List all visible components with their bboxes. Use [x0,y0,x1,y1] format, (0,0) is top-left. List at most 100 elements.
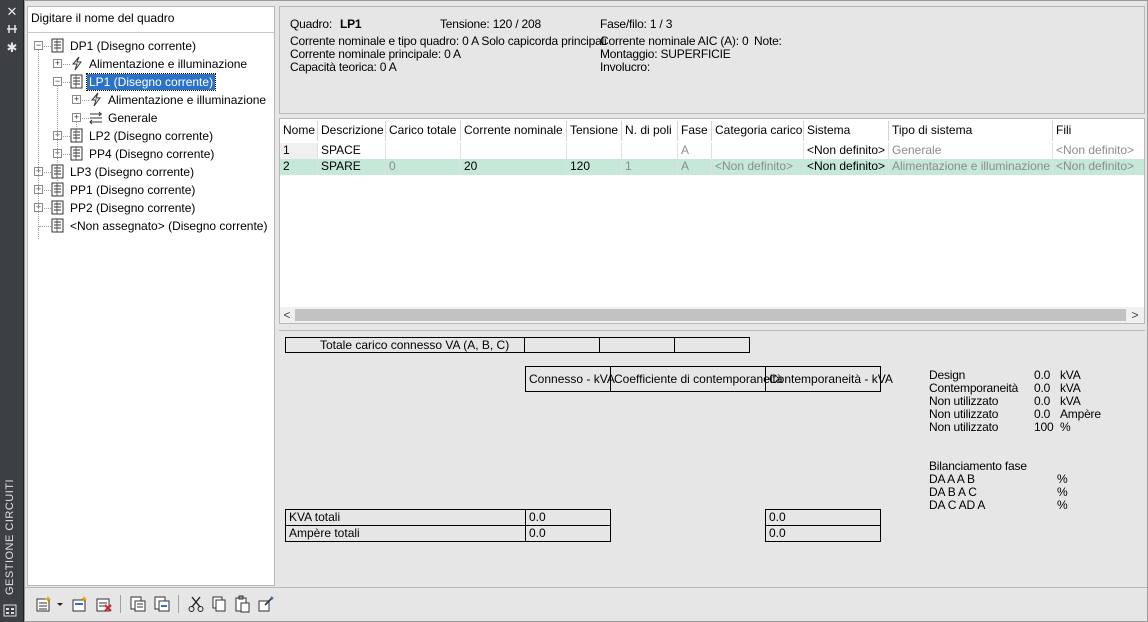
stat-unit: % [1060,420,1071,434]
scroll-thumb[interactable] [295,309,1126,321]
expand-icon[interactable]: + [53,59,62,68]
connected-load-label: Totale carico connesso VA (A, B, C) [285,337,525,353]
table-cell[interactable]: <Non definito> [804,159,889,175]
tree-node-label: Alimentazione e illuminazione [108,93,267,107]
paste-icon[interactable] [233,595,251,613]
tree-node[interactable]: − LP1 (Disegno corrente) [28,73,274,91]
table-cell[interactable]: A [678,159,712,175]
tree-node[interactable]: <Non assegnato> (Disegno corrente) [28,217,274,235]
panel-icon [70,146,84,161]
col-contemp: Contemporaneità - kVA [765,366,893,392]
horizontal-scrollbar[interactable]: < > [280,307,1144,323]
table-cell[interactable]: <Non definito> [1053,143,1144,159]
column-header[interactable]: Categoria carico [712,121,804,141]
tree-node[interactable]: + PP2 (Disegno corrente) [28,199,274,217]
table-cell[interactable]: 2 [280,159,318,175]
lightning-icon [70,56,84,71]
table-cell[interactable] [386,143,461,159]
table-cell[interactable] [622,143,678,159]
tree-node[interactable]: + PP4 (Disegno corrente) [28,145,274,163]
table-cell[interactable]: A [678,143,712,159]
kva-total-label: KVA totali [285,509,526,526]
copy-icon[interactable] [210,595,228,613]
autohide-icon[interactable] [4,23,20,37]
schedule-update-icon[interactable] [153,595,171,613]
expand-icon[interactable]: + [72,95,81,104]
balance-unit: % [1057,498,1068,512]
table-cell[interactable]: SPACE [318,143,386,159]
tree-node-label: PP2 (Disegno corrente) [70,201,196,215]
table-cell[interactable]: <Non definito> [1053,159,1144,175]
gear-icon[interactable]: ✱ [4,41,20,55]
add-circuit-icon[interactable] [71,595,89,613]
table-cell[interactable]: 0 [386,159,461,175]
panel-icon [51,218,65,233]
tree-node[interactable]: + LP2 (Disegno corrente) [28,127,274,145]
column-header[interactable]: Nome [280,121,318,141]
toolbar-separator [120,595,121,613]
column-header[interactable]: Carico totale [386,121,461,141]
tree-node-label: LP2 (Disegno corrente) [89,129,214,143]
table-row[interactable]: 1 SPACE A <Non definito> Generale <Non defini… [280,143,1144,159]
column-header[interactable]: Descrizione [318,121,386,141]
col-coeff: Coefficiente di contemporaneità [610,366,783,392]
table-cell[interactable] [567,143,622,159]
kva-demand-value: 0.0 [765,509,881,526]
tree-node[interactable]: + Generale [28,109,274,127]
tree-node[interactable]: + Alimentazione e illuminazione [28,91,274,109]
column-header[interactable]: Sistema [804,121,889,141]
table-cell[interactable]: SPARE [318,159,386,175]
scroll-right-icon[interactable]: > [1129,308,1141,322]
table-row[interactable]: 2 SPARE 0 20 120 1 A <Non definito> <Non definit… [280,159,1144,175]
panel-icon [51,38,65,53]
table-cell[interactable]: Alimentazione e illuminazione [889,159,1053,175]
lightning-icon [89,92,103,107]
column-header[interactable]: Fase [678,121,712,141]
column-header[interactable]: Tensione [567,121,622,141]
table-cell[interactable]: 1 [280,143,318,159]
panel-schedule-icon[interactable] [129,595,147,613]
quadro-value: LP1 [340,17,362,31]
tree-node[interactable]: + PP1 (Disegno corrente) [28,181,274,199]
cut-icon[interactable] [187,595,205,613]
tree-guide [76,121,77,137]
tree-node[interactable]: + Alimentazione e illuminazione [28,55,274,73]
scroll-left-icon[interactable]: < [281,308,293,322]
delete-circuit-icon[interactable] [95,595,113,613]
tensione-text: Tensione: 120 / 208 [440,17,541,31]
close-icon[interactable]: ✕ [4,5,20,19]
column-header[interactable]: Tipo di sistema [889,121,1053,141]
table-cell[interactable] [461,143,567,159]
properties-icon[interactable] [257,595,275,613]
table-cell[interactable]: 20 [461,159,567,175]
panel-search-input[interactable]: Digitare il nome del quadro [28,7,274,33]
stat-label: Non utilizzato [929,420,999,434]
table-cell[interactable]: 120 [567,159,622,175]
col-connesso: Connesso - kVA [525,366,615,392]
table-cell[interactable]: Generale [889,143,1053,159]
tree-connector [39,226,51,227]
tree-node[interactable]: + LP3 (Disegno corrente) [28,163,274,181]
connected-load-a [524,337,600,353]
tree-node-label: PP1 (Disegno corrente) [70,183,196,197]
column-header[interactable]: Fili [1053,121,1144,141]
chevron-down-icon[interactable] [55,595,65,613]
panel-icon [51,200,65,215]
table-cell[interactable] [712,143,804,159]
column-header[interactable]: Corrente nominale [461,121,567,141]
amp-total-label: Ampère totali [285,525,526,542]
table-cell[interactable]: 1 [622,159,678,175]
circuit-manager-window: Digitare il nome del quadro − DP1 (Disegn… [24,0,1148,622]
table-cell[interactable]: <Non definito> [804,143,889,159]
tree-node-label: Generale [108,111,158,125]
amp-demand-value: 0.0 [765,525,881,542]
palette-strip: ✕ ✱ GESTIONE CIRCUITI [0,0,24,622]
kva-total-value: 0.0 [525,509,611,526]
tree-guide [57,85,58,185]
table-cell[interactable]: <Non definito> [712,159,804,175]
column-header[interactable]: N. di poli [622,121,678,141]
tree-node[interactable]: − DP1 (Disegno corrente) [28,37,274,55]
fase-filo-text: Fase/filo: 1 / 3 [600,17,673,31]
new-panel-icon[interactable] [35,595,53,613]
palette-menu-icon[interactable] [3,603,20,618]
